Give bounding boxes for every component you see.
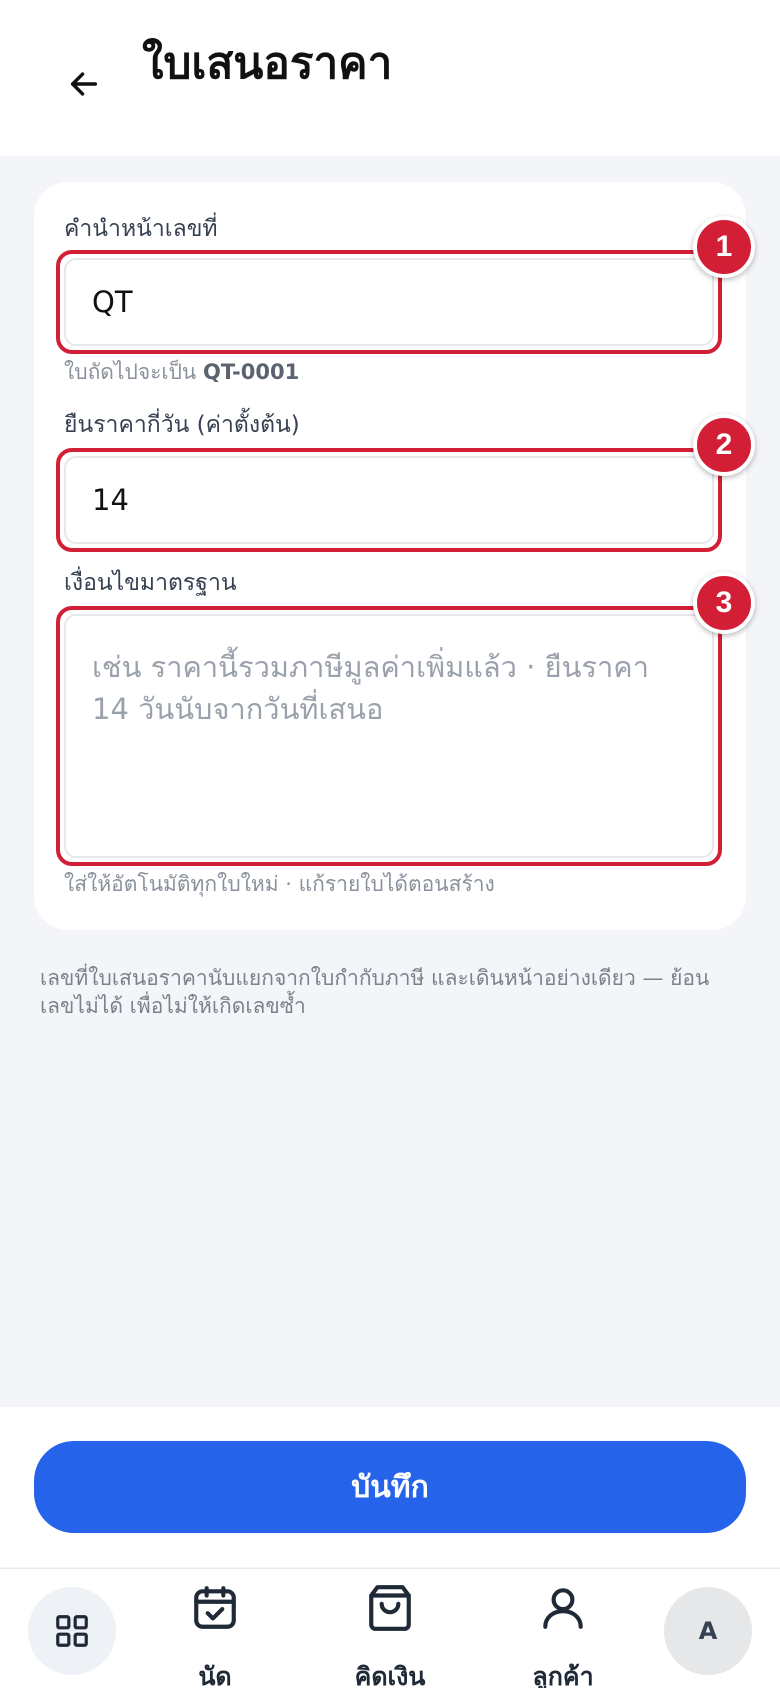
- app-header: ใบเสนอราคา: [0, 0, 780, 156]
- terms-textarea[interactable]: [64, 614, 714, 858]
- next-number-preview: QT-0001: [202, 360, 300, 384]
- page-title: ใบเสนอราคา: [142, 38, 393, 89]
- validity-label: ยืนราคากี่วัน (ค่าตั้งต้น): [64, 412, 300, 438]
- avatar[interactable]: A: [664, 1587, 752, 1675]
- callout-badge-2: 2: [693, 414, 755, 476]
- callout-badge-3: 3: [693, 572, 755, 634]
- tab-customers-label: ลูกค้า: [532, 1662, 594, 1688]
- tab-checkout[interactable]: คิดเงิน: [330, 1569, 450, 1688]
- prefix-hint-text: ใบถัดไปจะเป็น: [64, 360, 197, 384]
- tab-appointments-label: นัด: [198, 1662, 232, 1688]
- numbering-note: เลขที่ใบเสนอราคานับแยกจากใบกำกับภาษี และ…: [40, 966, 710, 1018]
- tab-appointments[interactable]: นัด: [155, 1569, 275, 1688]
- terms-label: เงื่อนไขมาตรฐาน: [64, 570, 237, 596]
- user-icon: [543, 1588, 583, 1629]
- callout-badge-1: 1: [693, 216, 755, 278]
- bottom-tab-bar: นัด คิดเงิน ลูกค้า A: [0, 1568, 780, 1688]
- validity-days-input[interactable]: [64, 456, 714, 544]
- prefix-input[interactable]: [64, 258, 714, 346]
- back-button[interactable]: [58, 58, 110, 110]
- terms-hint: ใส่ให้อัตโนมัติทุกใบใหม่ · แก้รายใบได้ตอ…: [64, 872, 495, 896]
- shopping-bag-icon: [369, 1585, 411, 1631]
- prefix-hint: ใบถัดไปจะเป็น QT-0001: [64, 358, 299, 386]
- tab-checkout-label: คิดเงิน: [354, 1662, 426, 1688]
- save-button[interactable]: บันทึก: [34, 1441, 746, 1533]
- arrow-left-icon: [70, 72, 98, 96]
- prefix-label: คำนำหน้าเลขที่: [64, 216, 218, 242]
- calendar-check-icon: [194, 1586, 236, 1629]
- grid-icon: [56, 1615, 88, 1647]
- tab-customers[interactable]: ลูกค้า: [503, 1569, 623, 1688]
- tab-home[interactable]: [28, 1587, 116, 1675]
